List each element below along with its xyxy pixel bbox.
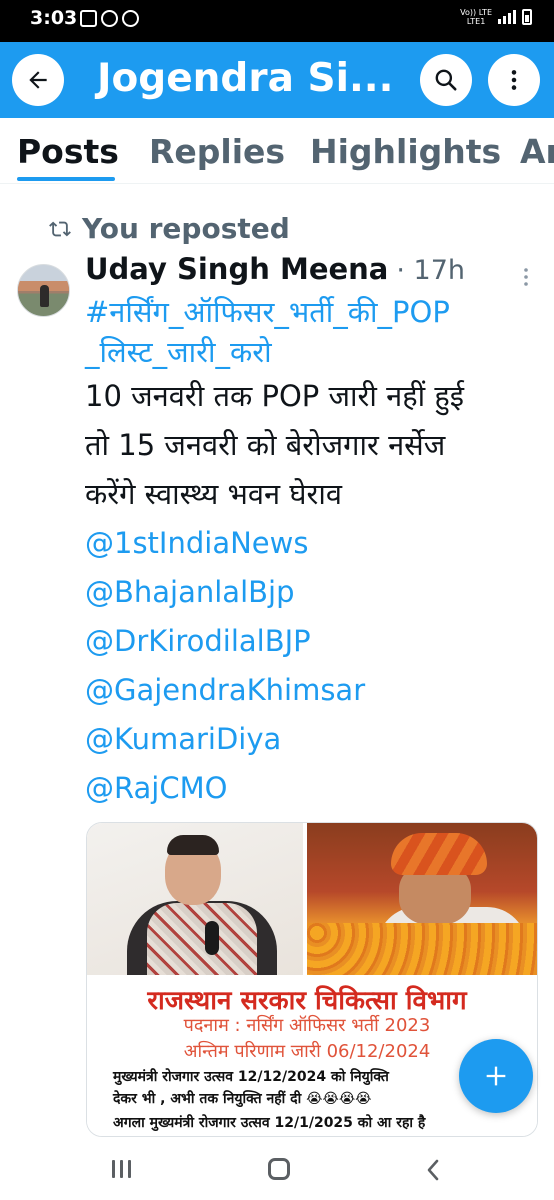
status-time: 3:03	[30, 7, 78, 29]
whatsapp-icon	[101, 10, 118, 27]
compose-button[interactable]	[459, 1039, 533, 1113]
chevron-left-icon	[427, 1159, 439, 1181]
signal-icon	[498, 10, 516, 24]
home-button[interactable]	[268, 1158, 290, 1180]
network-label-bottom: LTE1	[466, 17, 486, 26]
battery-icon	[522, 9, 532, 25]
body-line: तो 15 जनवरी को बेरोजगार नर्सेज	[85, 428, 446, 462]
profile-title: Jogendra Si...	[97, 56, 394, 101]
post-header: Uday Singh Meena · 17h	[85, 252, 465, 286]
mention-link[interactable]: @BhajanlalBjp	[85, 568, 540, 617]
tab-articles[interactable]: Ar	[520, 132, 554, 171]
system-navigation-bar	[0, 1140, 554, 1200]
recents-button[interactable]	[112, 1160, 131, 1178]
tab-highlights[interactable]: Highlights	[310, 132, 501, 171]
profile-tabs: Posts Replies Highlights Ar	[0, 118, 554, 184]
repost-icon	[49, 221, 71, 236]
network-label-top: Vo)) LTE	[460, 8, 492, 17]
search-button[interactable]	[420, 54, 472, 106]
politician-photo-right	[307, 823, 537, 975]
app-bar: Jogendra Si...	[0, 42, 554, 118]
active-tab-indicator	[17, 177, 115, 181]
mention-link[interactable]: @RajCMO	[85, 764, 540, 813]
tab-replies[interactable]: Replies	[149, 132, 285, 171]
hashtag-link[interactable]: #नर्सिंग_ऑफिसर_भर्ती_की_POP _लिस्ट_जारी_…	[85, 292, 540, 372]
tab-posts[interactable]: Posts	[17, 132, 119, 171]
phone-app-icon	[122, 10, 139, 27]
plus-icon	[486, 1066, 506, 1086]
arrow-left-icon	[29, 71, 47, 89]
search-icon	[435, 69, 457, 91]
hashtag-line: #नर्सिंग_ऑफिसर_भर्ती_की_POP	[85, 295, 450, 329]
avatar[interactable]	[17, 264, 70, 317]
repost-indicator: You reposted	[48, 212, 290, 245]
hashtag-line: _लिस्ट_जारी_करो	[85, 335, 272, 369]
body-line: करेंगे स्वास्थ्य भवन घेराव	[85, 477, 342, 511]
poster-title: राजस्थान सरकार चिकित्सा विभाग	[147, 986, 467, 1016]
network-label: Vo)) LTE LTE1	[460, 8, 492, 26]
author-name[interactable]: Uday Singh Meena	[85, 252, 388, 286]
repost-label: You reposted	[82, 212, 290, 245]
poster-line: अन्तिम परिणाम जारी 06/12/2024	[183, 1041, 431, 1062]
mention-link[interactable]: @DrKirodilalBJP	[85, 617, 540, 666]
post-body-text: 10 जनवरी तक POP जारी नहीं हुई तो 15 जनवर…	[85, 372, 540, 519]
notification-icons	[80, 10, 139, 27]
system-back-button[interactable]	[425, 1158, 441, 1186]
mention-link[interactable]: @KumariDiya	[85, 715, 540, 764]
gallery-icon	[80, 10, 97, 27]
back-button[interactable]	[12, 54, 64, 106]
more-options-button[interactable]	[488, 54, 540, 106]
poster-line: पदनाम : नर्सिंग ऑफिसर भर्ती 2023	[183, 1015, 431, 1036]
status-bar: 3:03 Vo)) LTE LTE1	[0, 0, 554, 42]
poster-line: देकर भी , अभी तक नियुक्ति नहीं दी 😭😭😭😭	[113, 1091, 372, 1107]
politician-photo-left	[87, 823, 303, 975]
system-icons: Vo)) LTE LTE1	[460, 8, 532, 26]
more-vertical-icon	[511, 70, 517, 90]
poster-line: मुख्यमंत्री रोजगार उत्सव 12/12/2024 को न…	[113, 1069, 389, 1085]
poster-line: अगला मुख्यमंत्री रोजगार उत्सव 12/1/2025 …	[113, 1115, 426, 1131]
mention-link[interactable]: @GajendraKhimsar	[85, 666, 540, 715]
post-text: #नर्सिंग_ऑफिसर_भर्ती_की_POP _लिस्ट_जारी_…	[85, 292, 540, 813]
more-vertical-icon	[524, 268, 528, 286]
mention-link[interactable]: @1stIndiaNews	[85, 519, 540, 568]
body-line: 10 जनवरी तक POP जारी नहीं हुई	[85, 379, 464, 413]
post-more-button[interactable]	[519, 266, 533, 292]
post-time: · 17h	[396, 255, 466, 286]
